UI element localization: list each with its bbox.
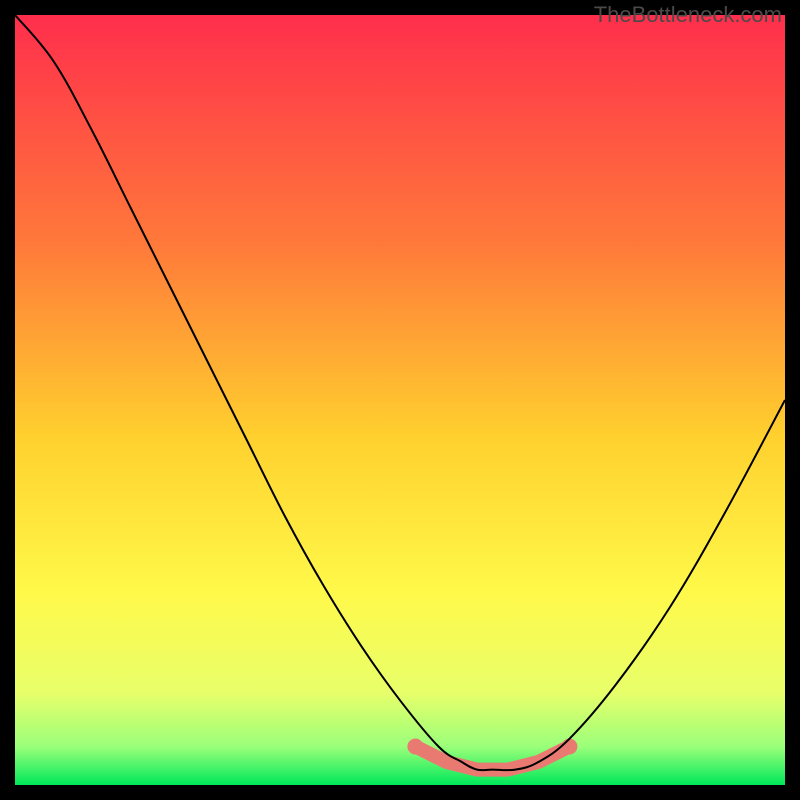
chart-container: TheBottleneck.com <box>0 0 800 800</box>
plot-area <box>15 15 785 785</box>
gradient-background <box>15 15 785 785</box>
chart-svg <box>15 15 785 785</box>
highlight-dot <box>561 739 577 755</box>
watermark-text: TheBottleneck.com <box>594 2 782 28</box>
highlight-dot <box>407 739 423 755</box>
